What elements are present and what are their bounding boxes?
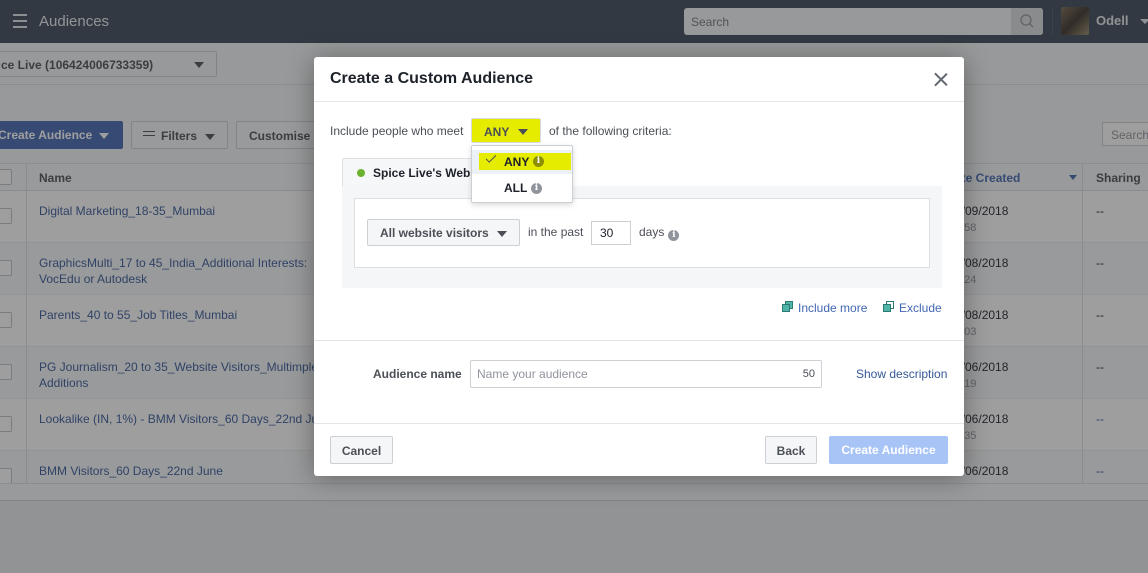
source-tab-label: Spice Live's Webs: [373, 166, 478, 180]
create-audience-label: Create Audience: [841, 443, 936, 457]
audience-name-field: 50: [470, 360, 822, 388]
days-label-group: days i: [639, 225, 680, 241]
cancel-label: Cancel: [341, 444, 382, 458]
days-label: days: [639, 225, 665, 239]
close-icon[interactable]: [933, 71, 949, 87]
criteria-rule: All website visitors in the past daysi: [354, 198, 930, 268]
criteria-panel: All website visitors in the past daysi: [342, 186, 942, 288]
create-custom-audience-dialog: Create a Custom Audience Include people …: [314, 57, 964, 476]
visitor-type-value: All website visitors: [380, 226, 489, 240]
retention-days-input[interactable]: [591, 221, 631, 245]
criteria-match-dropdown[interactable]: ANY: [471, 118, 541, 143]
dialog-title: Create a Custom Audience: [330, 70, 534, 87]
chevron-down-icon: [518, 129, 528, 135]
create-audience-button[interactable]: Create Audience: [829, 436, 948, 464]
criteria-match-value: ANY: [484, 125, 510, 139]
menu-item-label: ANY: [504, 155, 530, 169]
info-icon[interactable]: i: [668, 230, 680, 241]
include-more-icon: [782, 301, 793, 312]
visitor-type-dropdown[interactable]: All website visitors: [367, 219, 520, 246]
exclude-icon: [883, 301, 894, 312]
show-description-link[interactable]: Show description: [856, 367, 947, 381]
menu-item-any[interactable]: ANY i: [472, 150, 572, 174]
info-icon[interactable]: i: [531, 183, 542, 194]
criteria-match-menu: ANY i ALL i: [471, 145, 573, 203]
status-dot-icon: [357, 169, 365, 177]
criteria-prefix: Include people who meet: [330, 124, 464, 138]
chevron-down-icon: [497, 231, 507, 237]
divider: [314, 340, 964, 341]
criteria-suffix: of the following criteria:: [549, 124, 672, 138]
in-the-past-label: in the past: [528, 225, 584, 239]
audience-name-input[interactable]: [471, 361, 791, 387]
cancel-button[interactable]: Cancel: [330, 436, 393, 464]
exclude-label: Exclude: [899, 301, 942, 315]
include-more-label: Include more: [798, 301, 868, 315]
back-label: Back: [776, 444, 806, 458]
menu-item-all[interactable]: ALL i: [472, 176, 572, 200]
divider: [314, 423, 964, 424]
menu-item-label: ALL: [504, 181, 528, 195]
dialog-header: Create a Custom Audience: [314, 57, 964, 102]
character-count: 50: [802, 368, 815, 380]
back-button[interactable]: Back: [765, 436, 817, 464]
audience-name-label: Audience name: [373, 367, 462, 381]
info-icon[interactable]: i: [533, 156, 544, 167]
